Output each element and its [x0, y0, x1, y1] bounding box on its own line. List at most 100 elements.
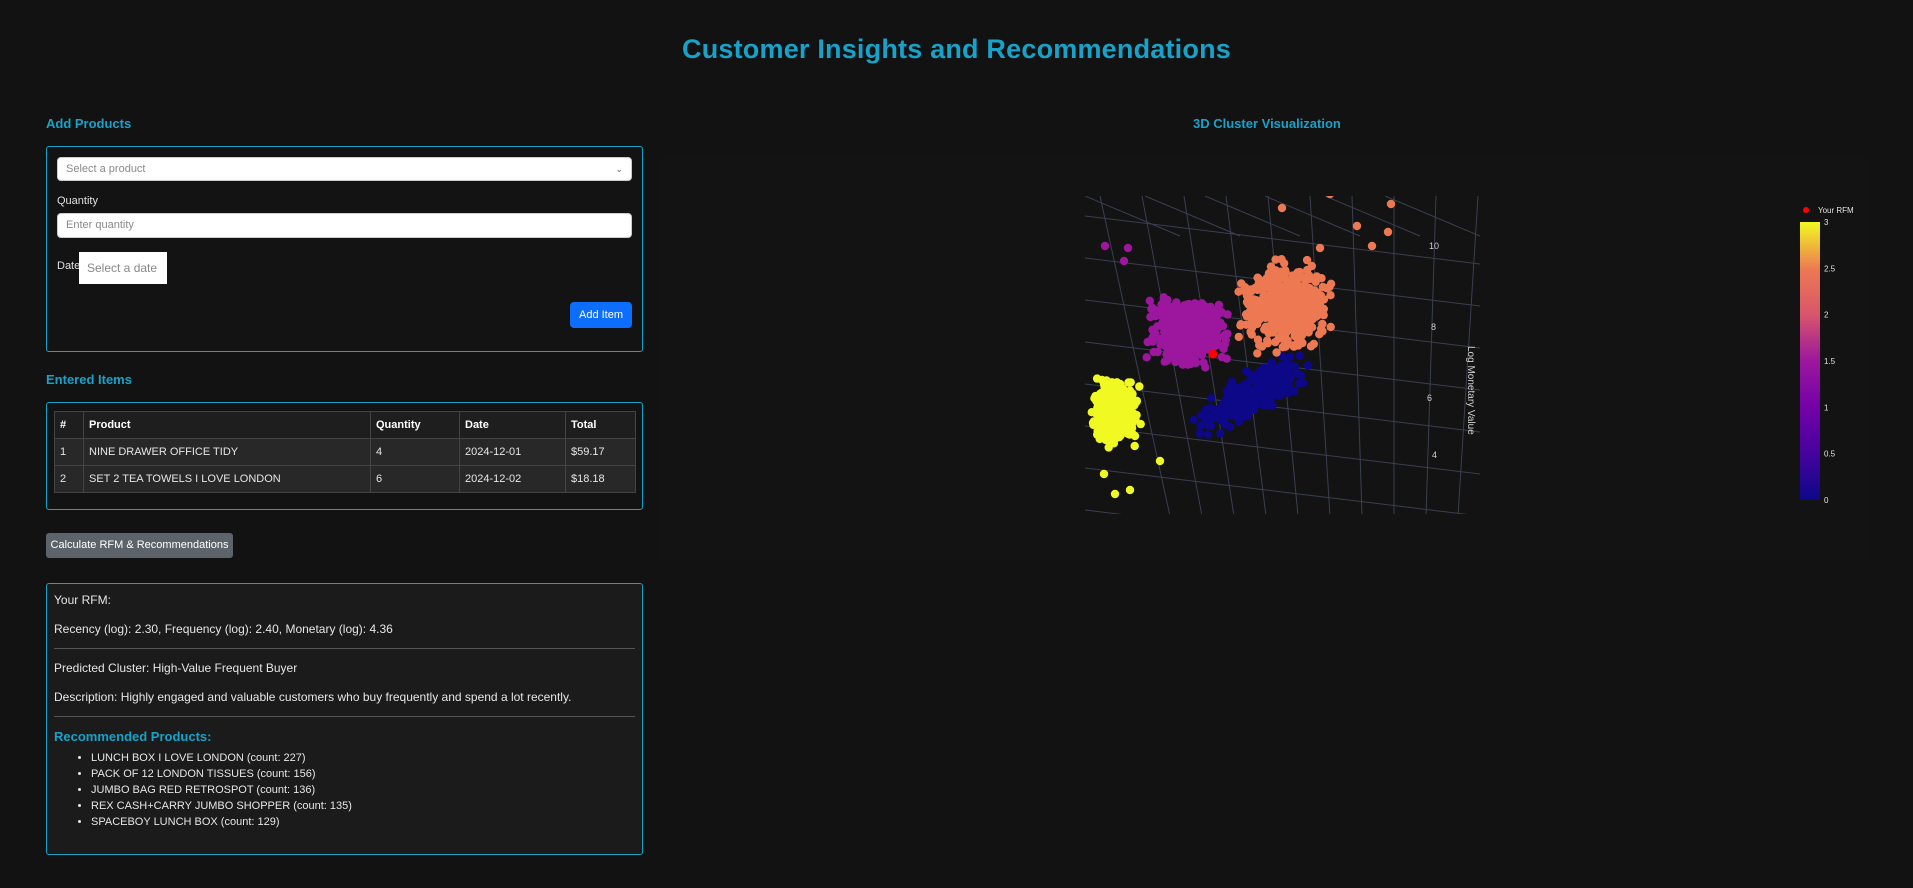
- table-header-row: # Product Quantity Date Total: [54, 411, 636, 439]
- data-point: [1119, 256, 1129, 266]
- data-point: [1201, 302, 1210, 312]
- add-products-panel: Select a product ⌄ Quantity Enter quanti…: [46, 146, 643, 352]
- data-point: [1236, 388, 1245, 398]
- data-point: [1114, 403, 1123, 413]
- cluster-viz-canvas[interactable]: 4 6 8 10 Log Monetary Value Your RFM 0 0.5 1 1…: [660, 156, 1868, 560]
- data-point: [1122, 399, 1131, 408]
- rfm-values: Recency (log): 2.30, Frequency (log): 2.…: [54, 622, 393, 636]
- quantity-input[interactable]: Enter quantity: [57, 213, 632, 238]
- data-point: [1245, 294, 1254, 304]
- data-point: [1326, 322, 1335, 332]
- data-point: [1223, 310, 1232, 319]
- data-point: [1234, 332, 1243, 342]
- data-point: [1163, 333, 1172, 343]
- z-tick-label: 8: [1431, 322, 1436, 332]
- data-point: [1104, 392, 1114, 402]
- table-cell: 2024-12-02: [459, 465, 566, 493]
- data-point: [1268, 401, 1277, 410]
- data-point: [1296, 371, 1306, 380]
- column-header: Product: [83, 411, 371, 439]
- grid-line: [1204, 196, 1301, 237]
- data-point: [1184, 302, 1193, 311]
- data-point: [1250, 398, 1259, 407]
- data-point: [1306, 342, 1316, 351]
- data-point: [1259, 278, 1268, 287]
- data-point: [1147, 303, 1157, 312]
- data-point: [1304, 271, 1314, 280]
- add-item-button[interactable]: Add Item: [570, 302, 632, 328]
- data-point: [1193, 300, 1202, 309]
- data-point: [1101, 433, 1110, 442]
- table-cell: 1: [54, 438, 84, 466]
- grid-line: [1085, 196, 1181, 237]
- data-point: [1265, 322, 1274, 331]
- list-item: SPACEBOY LUNCH BOX (count: 129): [91, 814, 635, 830]
- data-point: [1223, 329, 1232, 338]
- grid-line: [1351, 196, 1363, 514]
- data-point: [1155, 456, 1165, 466]
- data-point: [1219, 344, 1228, 353]
- data-point: [1142, 353, 1151, 362]
- data-point: [1302, 314, 1311, 323]
- colorbar-tick-label: 2: [1824, 311, 1829, 320]
- data-point: [1187, 335, 1196, 344]
- date-picker[interactable]: Select a date: [79, 252, 167, 284]
- data-point: [1169, 353, 1178, 363]
- data-point: [1272, 348, 1281, 357]
- data-point: [1201, 345, 1210, 354]
- list-item: PACK OF 12 LONDON TISSUES (count: 156): [91, 766, 635, 782]
- data-point: [1131, 415, 1140, 424]
- data-point: [1352, 221, 1362, 231]
- product-select-placeholder: Select a product: [66, 163, 146, 175]
- data-point: [1315, 243, 1325, 253]
- divider: [54, 716, 635, 717]
- data-point: [1204, 336, 1214, 345]
- your-rfm-point: [1208, 349, 1218, 359]
- colorbar-tick-label: 0.5: [1824, 450, 1836, 459]
- data-point: [1263, 336, 1272, 345]
- data-point: [1099, 469, 1109, 479]
- data-point: [1268, 311, 1277, 320]
- product-select[interactable]: Select a product ⌄: [57, 157, 632, 181]
- data-point: [1174, 307, 1183, 316]
- data-point: [1104, 443, 1113, 452]
- data-point: [1319, 304, 1328, 314]
- list-item: LUNCH BOX I LOVE LONDON (count: 227): [91, 750, 635, 766]
- data-point: [1295, 351, 1304, 360]
- data-point: [1188, 350, 1198, 359]
- entered-items-heading: Entered Items: [46, 372, 132, 387]
- legend-your-rfm-label[interactable]: Your RFM: [1818, 206, 1854, 215]
- table-cell: SET 2 TEA TOWELS I LOVE LONDON: [83, 465, 371, 493]
- data-point: [1217, 410, 1227, 419]
- data-point: [1104, 526, 1112, 534]
- table-cell: 6: [370, 465, 460, 493]
- rfm-results-panel: Your RFM: Recency (log): 2.30, Frequency…: [46, 583, 643, 855]
- data-point: [1081, 520, 1089, 528]
- grid-line: [1085, 509, 1123, 514]
- colorbar: [1800, 222, 1820, 500]
- table-cell: $18.18: [565, 465, 636, 493]
- data-point: [1222, 354, 1231, 363]
- data-point: [1158, 318, 1167, 328]
- colorbar-tick-label: 2.5: [1824, 264, 1836, 273]
- data-point: [1201, 363, 1210, 372]
- data-point: [1253, 349, 1262, 358]
- data-point: [1383, 227, 1393, 237]
- grid-line: [1384, 196, 1480, 237]
- grid-line: [1085, 425, 1480, 475]
- calculate-rfm-button[interactable]: Calculate RFM & Recommendations: [46, 533, 233, 558]
- chevron-down-icon: ⌄: [615, 164, 623, 174]
- data-point: [1299, 378, 1308, 388]
- table-cell: 4: [370, 438, 460, 466]
- colorbar-ticks: 0 0.5 1 1.5 2 2.5 3: [1824, 218, 1836, 505]
- data-point: [1125, 485, 1135, 495]
- data-point: [1100, 241, 1110, 251]
- data-point: [1170, 317, 1180, 326]
- data-point: [1302, 305, 1311, 315]
- legend-your-rfm-marker: [1803, 207, 1809, 213]
- data-point: [1263, 296, 1272, 306]
- data-point: [1153, 347, 1162, 357]
- z-axis-label: Log Monetary Value: [1465, 346, 1476, 435]
- data-point: [1294, 307, 1304, 316]
- table-cell: $59.17: [565, 438, 636, 466]
